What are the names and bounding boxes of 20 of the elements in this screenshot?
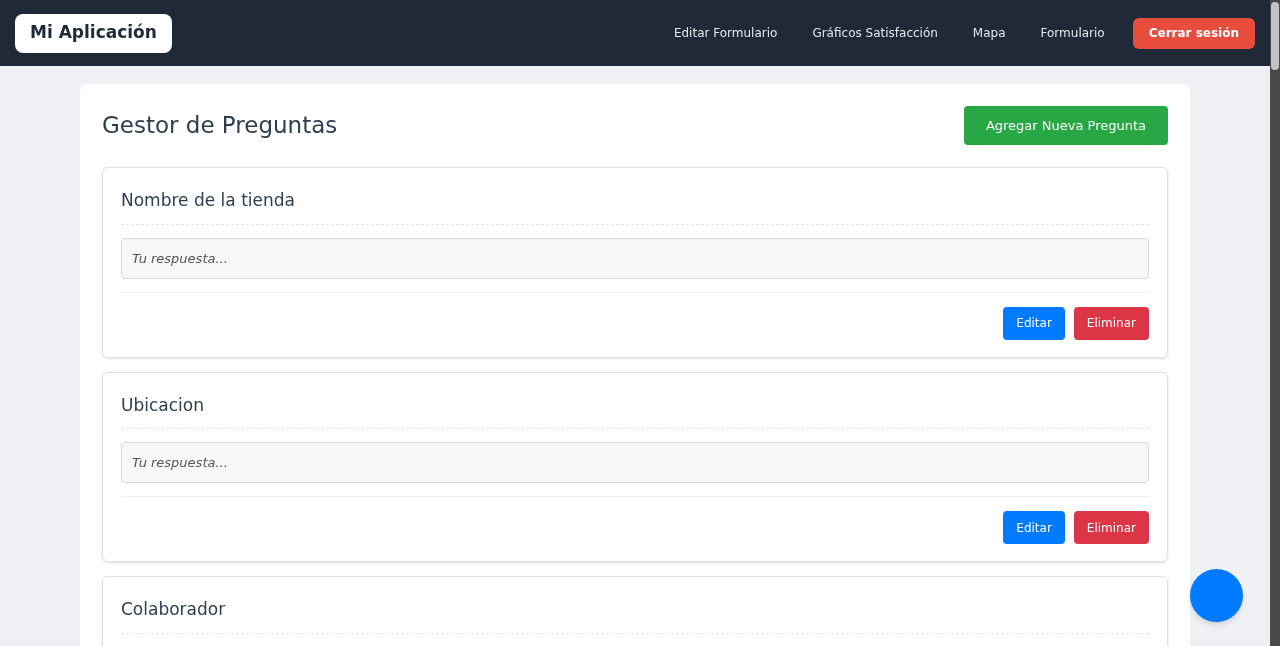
nav-link[interactable]: Formulario	[1040, 24, 1105, 42]
edit-button[interactable]: Editar	[1003, 306, 1065, 340]
scrollbar[interactable]	[1270, 0, 1280, 646]
nav-link[interactable]: Gráficos Satisfacción	[812, 24, 938, 42]
app-logo[interactable]: Mi Aplicación	[15, 13, 172, 53]
question-title: Colaborador	[121, 597, 1149, 634]
edit-button[interactable]: Editar	[1003, 511, 1065, 544]
answer-field[interactable]: Tu respuesta...	[121, 237, 1149, 279]
delete-button[interactable]: Eliminar	[1073, 511, 1149, 544]
delete-button[interactable]: Eliminar	[1073, 306, 1149, 340]
scrollbar-thumb[interactable]	[1271, 2, 1279, 70]
logout-button[interactable]: Cerrar sesión	[1132, 17, 1255, 49]
add-question-button[interactable]: Agregar Nueva Pregunta	[963, 106, 1168, 145]
answer-field[interactable]: Tu respuesta...	[121, 442, 1149, 483]
question-title: Nombre de la tienda	[121, 188, 1149, 225]
page-title: Gestor de Preguntas	[102, 111, 338, 141]
question-title: Ubicacion	[121, 392, 1149, 429]
floating-action-button[interactable]	[1190, 569, 1243, 622]
nav-link[interactable]: Editar Formulario	[673, 24, 778, 42]
nav-link[interactable]: Mapa	[972, 24, 1006, 42]
